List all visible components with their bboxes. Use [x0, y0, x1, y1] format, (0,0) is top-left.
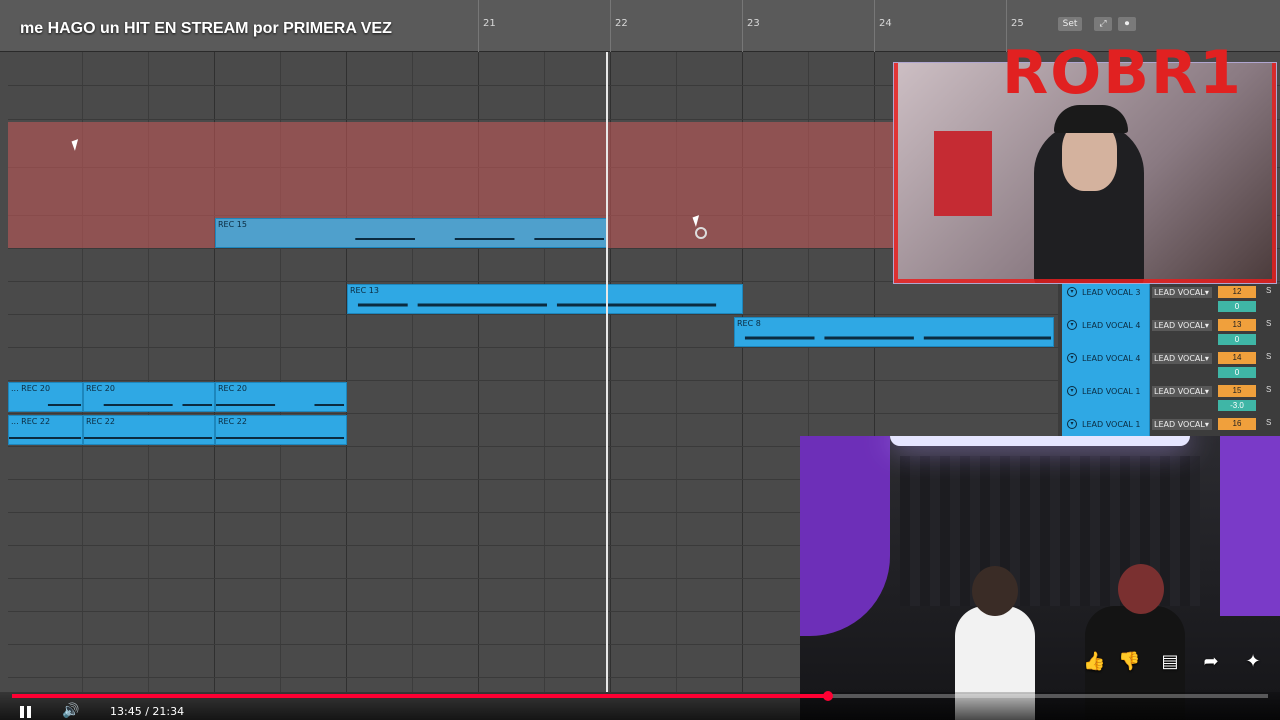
fold-icon[interactable]: ▾	[1067, 353, 1077, 363]
track-name: LEAD VOCAL 1	[1082, 387, 1141, 396]
fold-icon[interactable]: ▾	[1067, 320, 1077, 330]
fold-icon[interactable]: ▾	[1067, 386, 1077, 396]
audio-clip[interactable]: REC 15	[215, 218, 607, 248]
waveform	[744, 336, 1052, 340]
video-title: me HAGO un HIT EN STREAM por PRIMERA VEZ	[20, 20, 392, 37]
track-header[interactable]: ▾ LEAD VOCAL 4 LEAD VOCAL▾ 13 0 S	[1058, 317, 1280, 350]
ruler-bar-label: 25	[1011, 18, 1024, 29]
solo-button[interactable]: S	[1266, 319, 1271, 328]
expand-icon[interactable]: ⤢	[1094, 17, 1112, 31]
waveform	[216, 437, 345, 439]
person-head	[1118, 564, 1164, 614]
video-frame: 21 22 23 24 25 Set ⤢ ⏺ me HAGO un HIT EN…	[0, 0, 1280, 720]
sparkle-icon[interactable]: ✦	[1242, 651, 1264, 673]
track-volume[interactable]: 0	[1218, 301, 1256, 312]
track-number[interactable]: 14	[1218, 352, 1256, 364]
pause-button[interactable]	[18, 704, 34, 720]
ruler-bar-label: 21	[483, 18, 496, 29]
track-header[interactable]: ▾ LEAD VOCAL 4 LEAD VOCAL▾ 14 0 S	[1058, 350, 1280, 383]
progress-bar[interactable]	[12, 691, 1268, 701]
playhead[interactable]	[606, 52, 608, 692]
audio-clip[interactable]: REC 22	[83, 415, 215, 445]
clip-label: REC 20	[86, 384, 115, 393]
track-input-select[interactable]: LEAD VOCAL▾	[1152, 320, 1212, 331]
waveform	[216, 404, 345, 406]
clip-label: ... REC 22	[11, 417, 51, 426]
purple-wall	[1220, 436, 1280, 616]
waveform	[84, 437, 213, 439]
player-controls: 🔊 13:45 / 21:34	[0, 691, 1280, 720]
track-header[interactable]: ▾ LEAD VOCAL 3 LEAD VOCAL▾ 12 0 S	[1058, 284, 1280, 317]
clip-label: REC 22	[218, 417, 247, 426]
track-name: LEAD VOCAL 3	[1082, 288, 1141, 297]
track-input-select[interactable]: LEAD VOCAL▾	[1152, 386, 1212, 397]
clip-label: REC 22	[86, 417, 115, 426]
solo-button[interactable]: S	[1266, 352, 1271, 361]
track-input-select[interactable]: LEAD VOCAL▾	[1152, 353, 1212, 364]
thumbs-down-icon[interactable]: 👎	[1118, 651, 1140, 673]
clip-label: REC 20	[218, 384, 247, 393]
channel-logo: ROBR1	[1002, 38, 1243, 108]
track-input-select[interactable]: LEAD VOCAL▾	[1152, 287, 1212, 298]
ruler-bar-label: 24	[879, 18, 892, 29]
person-head	[972, 566, 1018, 616]
record-icon[interactable]: ⏺	[1118, 17, 1136, 31]
track-number[interactable]: 16	[1218, 418, 1256, 430]
solo-button[interactable]: S	[1266, 385, 1271, 394]
waveform	[103, 404, 213, 406]
track-number[interactable]: 13	[1218, 319, 1256, 331]
purple-wall	[800, 436, 890, 636]
clip-label: REC 13	[350, 286, 379, 295]
track-input-select[interactable]: LEAD VOCAL▾	[1152, 419, 1212, 430]
time-readout: 13:45 / 21:34	[110, 705, 185, 718]
fold-icon[interactable]: ▾	[1067, 419, 1077, 429]
track-headers: ▾ LEAD VOCAL 3 LEAD VOCAL▾ 12 0 S ▾ LEAD V…	[1058, 284, 1280, 449]
audio-clip[interactable]: REC 22	[215, 415, 347, 445]
clip-label: REC 8	[737, 319, 761, 328]
audio-clip[interactable]: ... REC 20	[8, 382, 83, 412]
solo-button[interactable]: S	[1266, 418, 1271, 427]
clip-label: REC 15	[218, 220, 247, 229]
audio-clip[interactable]: REC 20	[83, 382, 215, 412]
volume-icon[interactable]: 🔊	[62, 702, 79, 719]
track-number[interactable]: 12	[1218, 286, 1256, 298]
ruler-bar-label: 23	[747, 18, 760, 29]
waveform	[355, 238, 605, 240]
progress-scrubber[interactable]	[823, 691, 834, 701]
waveform	[47, 404, 82, 406]
track-volume[interactable]: 0	[1218, 334, 1256, 345]
track-number[interactable]: 15	[1218, 385, 1256, 397]
track-name: LEAD VOCAL 4	[1082, 321, 1141, 330]
comment-icon[interactable]: ▤	[1159, 651, 1181, 673]
track-name: LEAD VOCAL 1	[1082, 420, 1141, 429]
fold-icon[interactable]: ▾	[1067, 287, 1077, 297]
studio-webcam	[800, 436, 1280, 720]
no-drop-icon	[695, 227, 707, 239]
waveform	[357, 303, 717, 307]
clip-label: ... REC 20	[11, 384, 51, 393]
audio-clip[interactable]: ... REC 22	[8, 415, 83, 445]
audio-clip[interactable]: REC 8	[734, 317, 1054, 347]
track-volume[interactable]: -3.0	[1218, 400, 1256, 411]
share-icon[interactable]: ➦	[1200, 651, 1222, 673]
progress-fill	[12, 694, 829, 698]
track-header[interactable]: ▾ LEAD VOCAL 1 LEAD VOCAL▾ 15 -3.0 S	[1058, 383, 1280, 416]
audio-clip[interactable]: REC 13	[347, 284, 743, 314]
ceiling-light	[890, 436, 1190, 446]
solo-button[interactable]: S	[1266, 286, 1271, 295]
ruler-bar-label: 22	[615, 18, 628, 29]
set-button[interactable]: Set	[1058, 17, 1082, 31]
track-name: LEAD VOCAL 4	[1082, 354, 1141, 363]
track-volume[interactable]: 0	[1218, 367, 1256, 378]
thumbs-up-icon[interactable]: 👍	[1083, 651, 1105, 673]
waveform	[9, 437, 82, 439]
audio-clip[interactable]: REC 20	[215, 382, 347, 412]
